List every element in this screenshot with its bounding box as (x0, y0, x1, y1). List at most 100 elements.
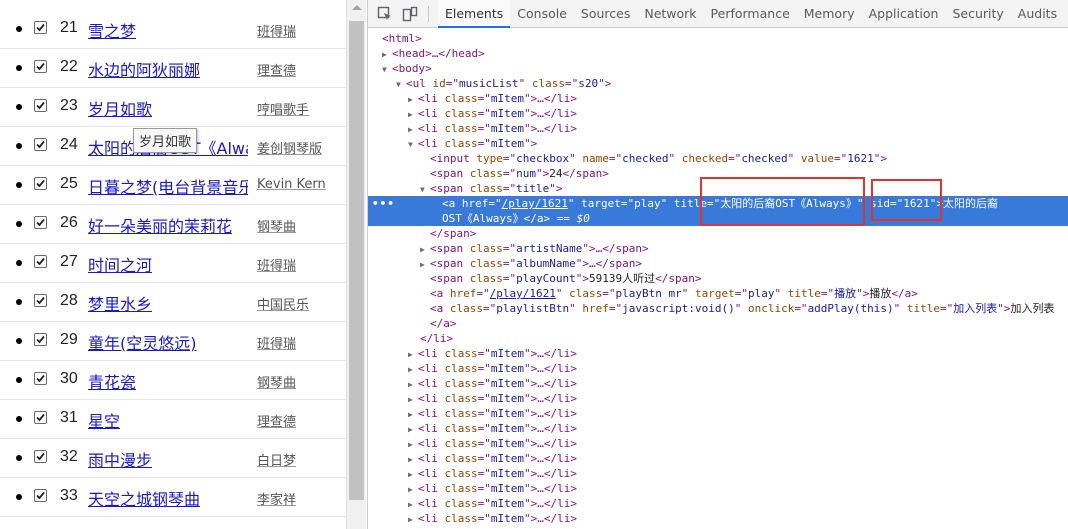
list-bullet (16, 182, 22, 188)
song-title-link[interactable]: 水边的阿狄丽娜 (88, 57, 200, 81)
tree-node-a-close[interactable]: </a> (368, 316, 1068, 331)
tree-node-ul[interactable]: ▼ <ul id="musicList" class="s20"> (368, 76, 1068, 91)
song-checkbox[interactable] (34, 489, 47, 502)
song-title-link[interactable]: 梦里水乡 (88, 291, 152, 315)
list-bullet (16, 338, 22, 344)
list-bullet (16, 65, 22, 71)
device-toolbar-icon[interactable] (402, 6, 418, 22)
song-checkbox[interactable] (34, 255, 47, 268)
song-title-link[interactable]: 日暮之梦(电台背景音乐) (88, 174, 248, 198)
tree-node-play-btn[interactable]: <a href="/play/1621" class="playBtn mr" … (368, 286, 1068, 301)
song-artist-link[interactable]: 理查德 (257, 60, 337, 79)
song-checkbox[interactable] (34, 216, 47, 229)
devtools-tabs: Elements Console Sources Network Performance… (438, 0, 1064, 28)
song-title-link[interactable]: 时间之河 (88, 252, 152, 276)
tab-security[interactable]: Security (945, 0, 1010, 28)
tree-node-li-collapsed[interactable]: ▶<li class="mItem">…</li> (368, 391, 1068, 406)
tree-node-html[interactable]: <html> (368, 31, 1068, 46)
song-checkbox[interactable] (34, 177, 47, 190)
song-title-link[interactable]: 星空 (88, 408, 120, 432)
song-checkbox[interactable] (34, 294, 47, 307)
song-number: 30 (60, 370, 78, 387)
song-number: 22 (60, 58, 78, 75)
list-bullet (16, 416, 22, 422)
song-title-link[interactable]: 青花瓷 (88, 369, 136, 393)
song-title-link[interactable]: 好一朵美丽的茉莉花 (88, 213, 232, 237)
song-artist-link[interactable]: 中国民乐 (257, 294, 337, 313)
song-checkbox[interactable] (34, 372, 47, 385)
song-artist-link[interactable]: 班得瑞 (257, 255, 337, 274)
song-title-link[interactable]: 天空之城钢琴曲 (88, 486, 200, 510)
tree-node-body[interactable]: ▼ <body> (368, 61, 1068, 76)
tree-node-anchor-selected[interactable]: ••• <a href="/play/1621" target="play" ti… (368, 196, 1068, 211)
tree-node-album-span[interactable]: ▶ <span class="albumName">…</span> (368, 256, 1068, 271)
tree-node-head[interactable]: ▶ <head>…</head> (368, 46, 1068, 61)
song-artist-link[interactable]: 哼唱歌手 (257, 99, 337, 118)
scroll-up-arrow-icon[interactable] (352, 5, 362, 10)
song-checkbox[interactable] (34, 450, 47, 463)
tree-node-li-collapsed[interactable]: ▶<li class="mItem">…</li> (368, 346, 1068, 361)
song-checkbox[interactable] (34, 333, 47, 346)
tree-node-li-collapsed[interactable]: ▶<li class="mItem">…</li> (368, 451, 1068, 466)
song-artist-link[interactable]: 钢琴曲 (257, 216, 337, 235)
tab-application[interactable]: Application (862, 0, 946, 28)
tree-node-li-close[interactable]: </li> (368, 331, 1068, 346)
tree-node-span-close[interactable]: </span> (368, 226, 1068, 241)
tab-console[interactable]: Console (510, 0, 574, 28)
tab-performance[interactable]: Performance (704, 0, 797, 28)
tree-node-li-collapsed[interactable]: ▶<li class="mItem">…</li> (368, 436, 1068, 451)
song-number: 27 (60, 253, 78, 270)
song-artist-link[interactable]: Kevin Kern (257, 177, 337, 192)
song-row: 21 雪之梦 班得瑞 (0, 10, 346, 49)
list-bullet (16, 104, 22, 110)
tree-node-li-collapsed[interactable]: ▶<li class="mItem">…</li> (368, 106, 1068, 121)
tree-node-li-collapsed[interactable]: ▶<li class="mItem">…</li> (368, 376, 1068, 391)
song-artist-link[interactable]: 白日梦 (257, 450, 337, 469)
song-artist-link[interactable]: 班得瑞 (257, 333, 337, 352)
music-list: 21雪之梦班得瑞22水边的阿狄丽娜理查德23岁月如歌哼唱歌手24太阳的后裔OST… (0, 10, 346, 517)
tab-network[interactable]: Network (637, 0, 703, 28)
song-artist-link[interactable]: 李家祥 (257, 489, 337, 508)
song-title-link[interactable]: 童年(空灵悠远) (88, 330, 197, 354)
scroll-thumb[interactable] (349, 21, 364, 500)
tree-node-playcount-span[interactable]: <span class="playCount">59139人听过</span> (368, 271, 1068, 286)
song-title-link[interactable]: 雨中漫步 (88, 447, 152, 471)
song-title-link[interactable]: 雪之梦 (88, 18, 136, 42)
song-checkbox[interactable] (34, 21, 47, 34)
song-artist-link[interactable]: 钢琴曲 (257, 372, 337, 391)
inspect-element-icon[interactable] (377, 6, 393, 22)
tree-node-input[interactable]: <input type="checkbox" name="checked" ch… (368, 151, 1068, 166)
tree-node-li-collapsed[interactable]: ▶<li class="mItem">…</li> (368, 466, 1068, 481)
song-title-link[interactable]: 岁月如歌 (88, 96, 152, 120)
tree-node-li-collapsed[interactable]: ▶<li class="mItem">…</li> (368, 511, 1068, 526)
song-checkbox[interactable] (34, 138, 47, 151)
tree-node-li-collapsed[interactable]: ▶<li class="mItem">…</li> (368, 91, 1068, 106)
list-bullet (16, 299, 22, 305)
song-row: 30 青花瓷 钢琴曲 (0, 361, 346, 400)
tree-node-num-span[interactable]: <span class="num">24</span> (368, 166, 1068, 181)
song-artist-link[interactable]: 理查德 (257, 411, 337, 430)
tree-node-li-collapsed[interactable]: ▶<li class="mItem">…</li> (368, 406, 1068, 421)
song-checkbox[interactable] (34, 411, 47, 424)
tab-memory[interactable]: Memory (797, 0, 862, 28)
tree-node-title-span[interactable]: ▼ <span class="title"> (368, 181, 1068, 196)
song-row: 33 天空之城钢琴曲 李家祥 (0, 478, 346, 517)
tab-elements[interactable]: Elements (438, 0, 511, 28)
tab-sources[interactable]: Sources (574, 0, 637, 28)
hover-tooltip: 岁月如歌 (133, 128, 198, 153)
tree-node-li-collapsed[interactable]: ▶<li class="mItem">…</li> (368, 421, 1068, 436)
song-checkbox[interactable] (34, 60, 47, 73)
tab-audits[interactable]: Audits (1011, 0, 1064, 28)
page-scrollbar[interactable] (346, 0, 366, 529)
tree-node-playlist-btn[interactable]: <a class="playlistBtn" href="javascript:… (368, 301, 1068, 316)
tree-node-li-collapsed[interactable]: ▶<li class="mItem">…</li> (368, 121, 1068, 136)
song-artist-link[interactable]: 姜创钢琴版 (257, 138, 337, 157)
tree-node-li-expanded[interactable]: ▼ <li class="mItem"> (368, 136, 1068, 151)
song-artist-link[interactable]: 班得瑞 (257, 21, 337, 40)
tree-node-li-collapsed[interactable]: ▶<li class="mItem">…</li> (368, 496, 1068, 511)
tree-node-li-collapsed[interactable]: ▶<li class="mItem">…</li> (368, 481, 1068, 496)
song-checkbox[interactable] (34, 99, 47, 112)
tree-node-li-collapsed[interactable]: ▶<li class="mItem">…</li> (368, 361, 1068, 376)
tree-node-anchor-selected-cont[interactable]: OST《Always》</a> == $0 (368, 211, 1068, 226)
tree-node-artist-span[interactable]: ▶ <span class="artistName">…</span> (368, 241, 1068, 256)
